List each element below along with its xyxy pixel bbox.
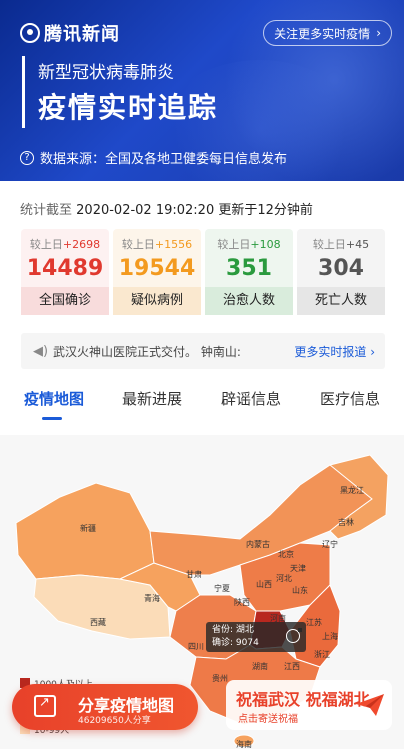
follow-more-button[interactable]: 关注更多实时疫情 › — [263, 20, 392, 46]
header-banner: 腾讯新闻 关注更多实时疫情 › 新型冠状病毒肺炎 疫情实时追踪 ? 数据来源：全… — [0, 0, 404, 181]
follow-button-label: 关注更多实时疫情 — [274, 26, 371, 41]
logo-icon — [20, 23, 40, 43]
province-label: 海南 — [236, 739, 252, 749]
stats-time-value: 2020-02-02 19:02:20 — [76, 203, 215, 218]
stat-value: 351 — [226, 256, 272, 281]
province-label: 黑龙江 — [340, 485, 364, 495]
province-label: 青海 — [144, 593, 160, 603]
stats-update-text: 更新于12分钟前 — [218, 203, 313, 218]
province-label: 天津 — [290, 563, 306, 573]
refresh-icon[interactable] — [286, 628, 302, 643]
page-title: 疫情实时追踪 — [38, 91, 219, 124]
title-accent-bar — [22, 56, 25, 128]
more-reports-link[interactable]: 更多实时报道 › — [288, 343, 385, 360]
stats-time-prefix: 统计截至 — [20, 203, 73, 218]
stat-card-suspected[interactable]: 较上日+1556 19544 疑似病例 — [113, 229, 201, 315]
active-tab-indicator — [42, 417, 62, 420]
stat-label: 死亡人数 — [297, 287, 385, 315]
stat-value: 19544 — [118, 256, 196, 281]
paper-plane-icon — [356, 694, 384, 716]
province-label: 吉林 — [338, 517, 354, 527]
tencent-news-logo: 腾讯新闻 — [20, 20, 120, 46]
stat-delta: 较上日+2698 — [29, 238, 101, 251]
share-icon — [34, 695, 56, 717]
stat-label: 全国确诊 — [21, 287, 109, 315]
stats-timestamp: 统计截至 2020-02-02 19:02:20 更新于12分钟前 — [20, 199, 313, 218]
stats-cards: 较上日+2698 14489 全国确诊 较上日+1556 19544 疑似病例 … — [21, 229, 385, 315]
province-label: 甘肃 — [186, 569, 202, 579]
province-label: 贵州 — [212, 673, 228, 683]
province-label: 宁夏 — [214, 583, 230, 593]
province-label: 北京 — [278, 549, 294, 559]
stat-delta: 较上日+45 — [312, 238, 370, 251]
stat-delta: 较上日+108 — [217, 238, 281, 251]
province-label: 江西 — [284, 662, 300, 671]
blessing-title: 祝福武汉 祝福湖北 — [236, 690, 370, 709]
province-label: 辽宁 — [322, 539, 338, 549]
province-label: 陕西 — [234, 597, 250, 607]
data-source-text: 数据来源：全国及各地卫健委每日信息发布 — [40, 152, 288, 167]
province-label: 浙江 — [314, 649, 330, 659]
question-icon: ? — [20, 150, 34, 165]
speaker-icon: ◀) — [33, 343, 49, 359]
stat-value: 304 — [318, 256, 364, 281]
tab-bar: 疫情地图 最新进展 辟谣信息 医疗信息 — [0, 388, 404, 424]
province-label: 山西 — [256, 579, 272, 589]
send-blessing-button[interactable]: 祝福武汉 祝福湖北 点击寄送祝福 — [226, 680, 392, 730]
share-map-button[interactable]: 分享疫情地图 46209650人分享 — [12, 684, 198, 730]
stat-label: 疑似病例 — [113, 287, 201, 315]
province-label: 上海 — [322, 631, 338, 641]
province-label: 四川 — [188, 642, 204, 651]
stat-value: 14489 — [26, 256, 104, 281]
news-ticker[interactable]: ◀) 武汉火神山医院正式交付。 钟南山: 更多实时报道 › — [21, 333, 385, 369]
share-count: 46209650人分享 — [78, 716, 151, 726]
chevron-right-icon: › — [376, 26, 381, 40]
logo-text: 腾讯新闻 — [44, 24, 120, 45]
tab-medical-info[interactable]: 医疗信息 — [320, 388, 380, 409]
tab-rumor-refute[interactable]: 辟谣信息 — [221, 388, 281, 409]
stat-delta: 较上日+1556 — [121, 238, 193, 251]
province-label: 河北 — [276, 573, 292, 583]
stat-card-confirmed[interactable]: 较上日+2698 14489 全国确诊 — [21, 229, 109, 315]
stat-card-cured[interactable]: 较上日+108 351 治愈人数 — [205, 229, 293, 315]
province-label: 江苏 — [306, 617, 322, 627]
ticker-message: 武汉火神山医院正式交付。 钟南山: — [53, 344, 241, 359]
map-tooltip: 省份: 湖北 确诊: 9074 — [206, 622, 306, 652]
province-label: 新疆 — [80, 523, 96, 533]
blessing-subtitle: 点击寄送祝福 — [238, 714, 298, 725]
data-source[interactable]: ? 数据来源：全国及各地卫健委每日信息发布 — [20, 148, 287, 167]
stat-card-deaths[interactable]: 较上日+45 304 死亡人数 — [297, 229, 385, 315]
stat-label: 治愈人数 — [205, 287, 293, 315]
province-label: 内蒙古 — [246, 539, 270, 549]
province-label: 山东 — [292, 585, 308, 595]
province-label: 湖南 — [252, 661, 268, 671]
tab-epidemic-map[interactable]: 疫情地图 — [24, 388, 84, 420]
page-subtitle: 新型冠状病毒肺炎 — [38, 63, 174, 83]
province-label: 西藏 — [90, 617, 106, 627]
tab-latest-progress[interactable]: 最新进展 — [122, 388, 182, 409]
